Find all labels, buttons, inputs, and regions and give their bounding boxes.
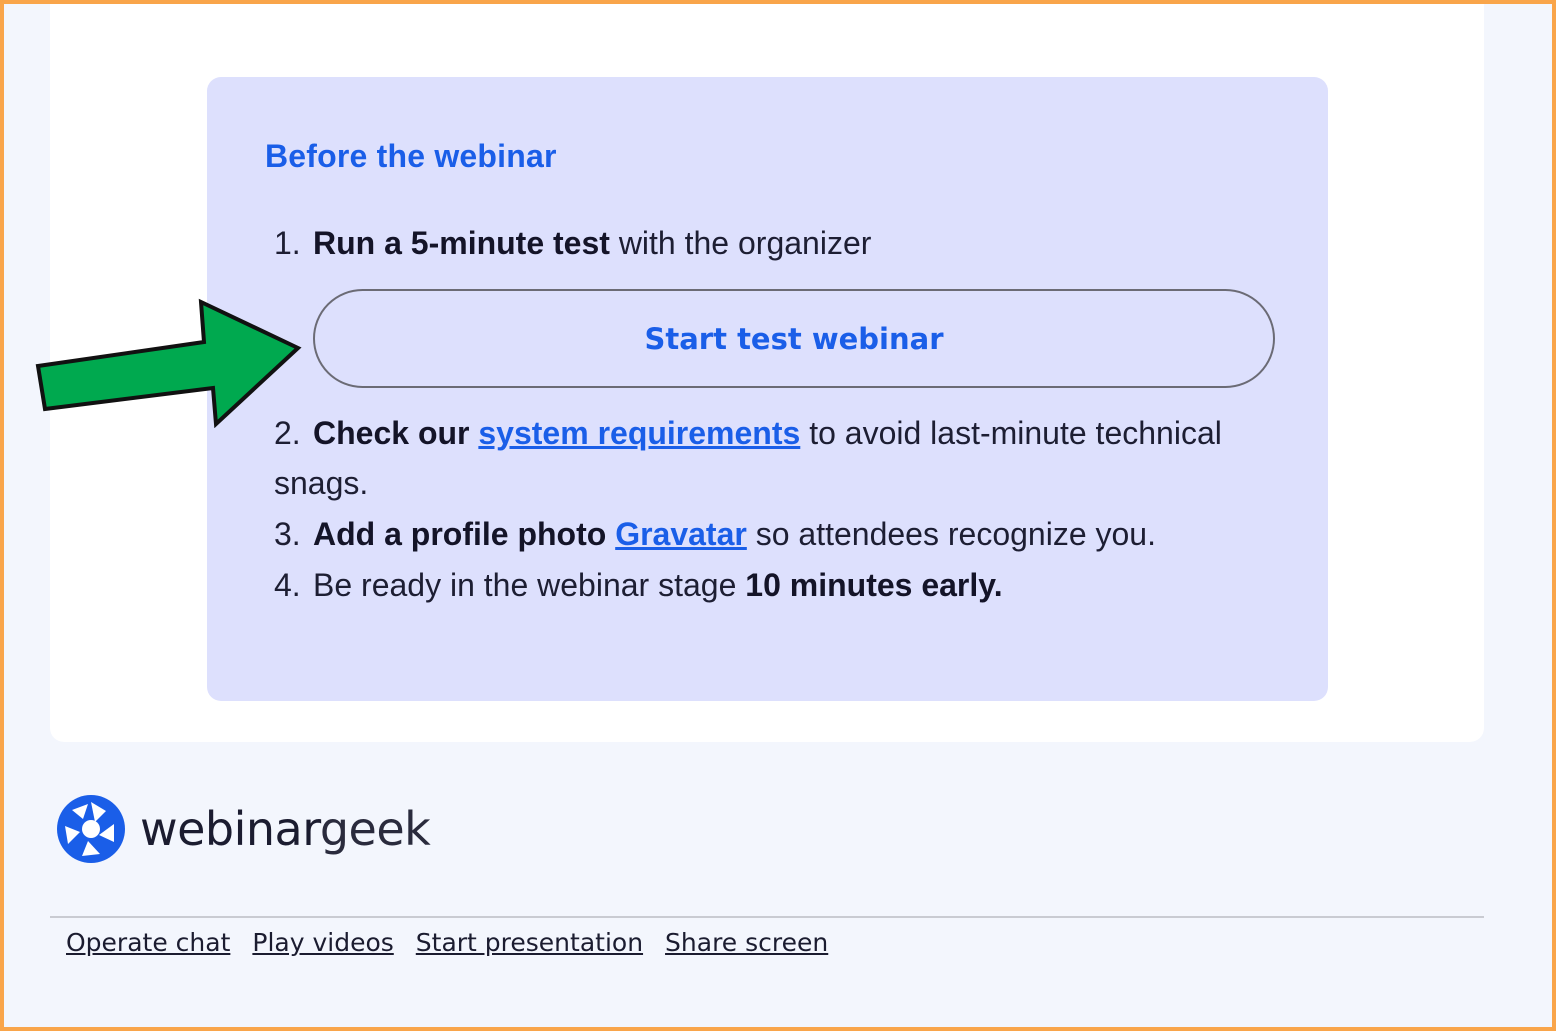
step-4: 4. Be ready in the webinar stage 10 minut… — [274, 560, 1284, 610]
operate-chat-link[interactable]: Operate chat — [66, 928, 230, 957]
aperture-logo-icon — [57, 795, 125, 863]
system-requirements-link[interactable]: system requirements — [478, 415, 800, 451]
info-title: Before the webinar — [265, 138, 557, 174]
start-test-webinar-button[interactable]: Start test webinar — [313, 289, 1275, 388]
step-1: 1. Run a 5-minute test with the organizer — [274, 218, 1284, 268]
step-2: 2. Check our system requirements to avoid… — [274, 408, 1284, 508]
start-presentation-link[interactable]: Start presentation — [416, 928, 643, 957]
logo-wordmark: webinargeek — [140, 802, 431, 856]
play-videos-link[interactable]: Play videos — [252, 928, 393, 957]
gravatar-link[interactable]: Gravatar — [615, 516, 747, 552]
step-number: 1. — [274, 225, 301, 261]
logo-word-webinar: webinar — [140, 802, 320, 856]
step-bold: 10 minutes early. — [745, 567, 1003, 603]
step-bold: Check our — [313, 415, 479, 451]
logo-word-geek: geek — [319, 802, 431, 856]
screenshot-frame: Before the webinar 1. Run a 5-minute test… — [0, 0, 1556, 1031]
share-screen-link[interactable]: Share screen — [665, 928, 828, 957]
step-text: Be ready in the webinar stage — [313, 567, 746, 603]
step-text: so attendees recognize you. — [746, 516, 1156, 552]
arrow-right-icon — [35, 298, 302, 428]
step-number: 4. — [274, 567, 301, 603]
step-bold: Run a 5-minute test — [313, 225, 610, 261]
footer-divider — [50, 916, 1484, 918]
footer-links: Operate chat Play videos Start presentat… — [66, 928, 828, 957]
step-text: with the organizer — [609, 225, 872, 261]
step-bold: Add a profile photo — [313, 516, 616, 552]
step-number: 2. — [274, 415, 301, 451]
step-number: 3. — [274, 516, 301, 552]
step-3: 3. Add a profile photo Gravatar so attend… — [274, 509, 1284, 559]
webinargeek-logo[interactable]: webinargeek — [54, 792, 431, 866]
